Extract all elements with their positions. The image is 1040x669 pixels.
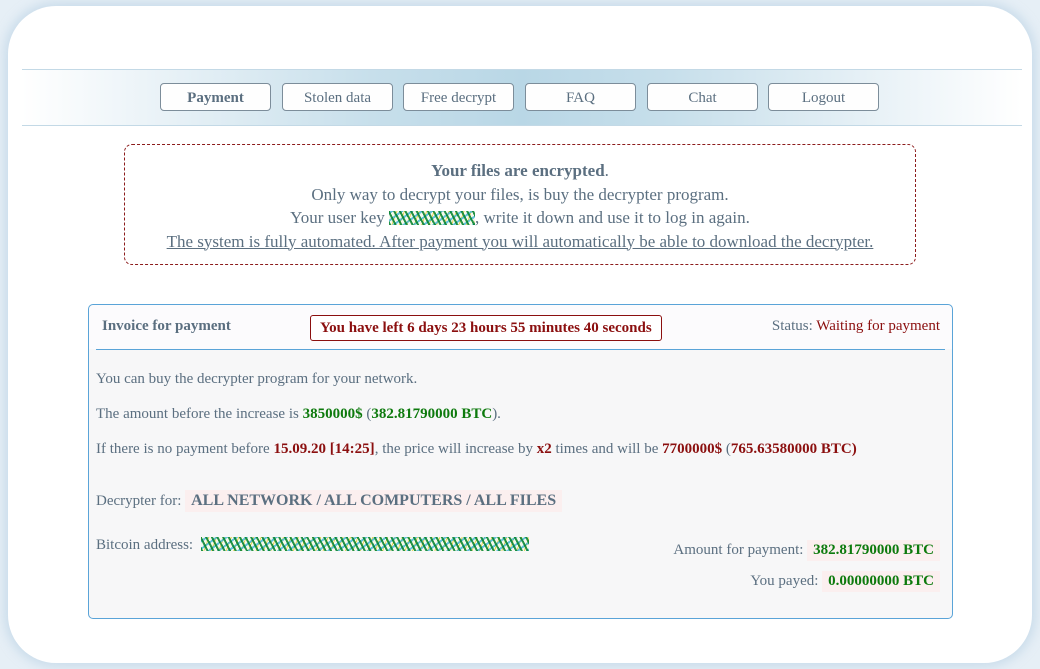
current-amount-line: The amount before the increase is 385000… bbox=[96, 406, 501, 422]
amount-for-payment-line: Amount for payment: 382.81790000 BTC bbox=[673, 540, 940, 561]
invoice-intro: You can buy the decrypter program for yo… bbox=[96, 371, 418, 387]
increased-usd: 7700000$ bbox=[662, 441, 723, 457]
payed-amount-line: You payed: 0.00000000 BTC bbox=[750, 571, 940, 592]
payment-status: Status: Waiting for payment bbox=[771, 318, 940, 334]
invoice-title: Invoice for payment bbox=[102, 318, 231, 334]
notice-line-3: Your user key , write it down and use it… bbox=[290, 208, 750, 227]
bitcoin-address-redacted[interactable] bbox=[200, 537, 529, 551]
notice-line-2: Only way to decrypt your files, is buy t… bbox=[311, 184, 729, 204]
status-value: Waiting for payment bbox=[816, 318, 940, 334]
price-multiplier: x2 bbox=[536, 441, 552, 457]
nav-bar: Payment Stolen data Free decrypt FAQ Cha… bbox=[22, 69, 1022, 126]
nav-stolen-data-button[interactable]: Stolen data bbox=[282, 83, 393, 111]
decrypter-scope-value: ALL NETWORK / ALL COMPUTERS / ALL FILES bbox=[185, 490, 563, 512]
amount-for-payment-value: 382.81790000 BTC bbox=[807, 540, 940, 561]
page-frame: Payment Stolen data Free decrypt FAQ Cha… bbox=[8, 6, 1032, 663]
nav-chat-button[interactable]: Chat bbox=[647, 83, 758, 111]
notice-line-4: The system is fully automated. After pay… bbox=[166, 231, 874, 251]
nav-logout-button[interactable]: Logout bbox=[768, 83, 879, 111]
nav-free-decrypt-button[interactable]: Free decrypt bbox=[403, 83, 514, 111]
amount-btc: 382.81790000 BTC bbox=[371, 406, 493, 422]
encryption-notice: Your files are encrypted. Only way to de… bbox=[124, 144, 916, 265]
invoice-header: Invoice for payment You have left 6 days… bbox=[89, 305, 952, 349]
countdown-timer: You have left 6 days 23 hours 55 minutes… bbox=[310, 315, 662, 341]
notice-line-1: Your files are encrypted. bbox=[431, 161, 609, 180]
amount-usd: 3850000$ bbox=[302, 406, 363, 422]
increased-btc: 765.63580000 BTC) bbox=[730, 441, 857, 457]
nav-payment-button[interactable]: Payment bbox=[160, 83, 271, 111]
bitcoin-address-line: Bitcoin address: bbox=[96, 537, 529, 554]
notice-heading: Your files are encrypted bbox=[431, 161, 605, 180]
invoice-panel: Invoice for payment You have left 6 days… bbox=[88, 304, 953, 619]
payed-amount-value: 0.00000000 BTC bbox=[822, 571, 940, 592]
invoice-divider bbox=[96, 349, 945, 350]
decrypter-scope-line: Decrypter for: ALL NETWORK / ALL COMPUTE… bbox=[96, 490, 563, 512]
deadline: 15.09.20 [14:25] bbox=[273, 441, 375, 457]
price-increase-line: If there is no payment before 15.09.20 [… bbox=[96, 441, 857, 457]
user-key-redacted bbox=[389, 211, 476, 225]
nav-faq-button[interactable]: FAQ bbox=[525, 83, 636, 111]
